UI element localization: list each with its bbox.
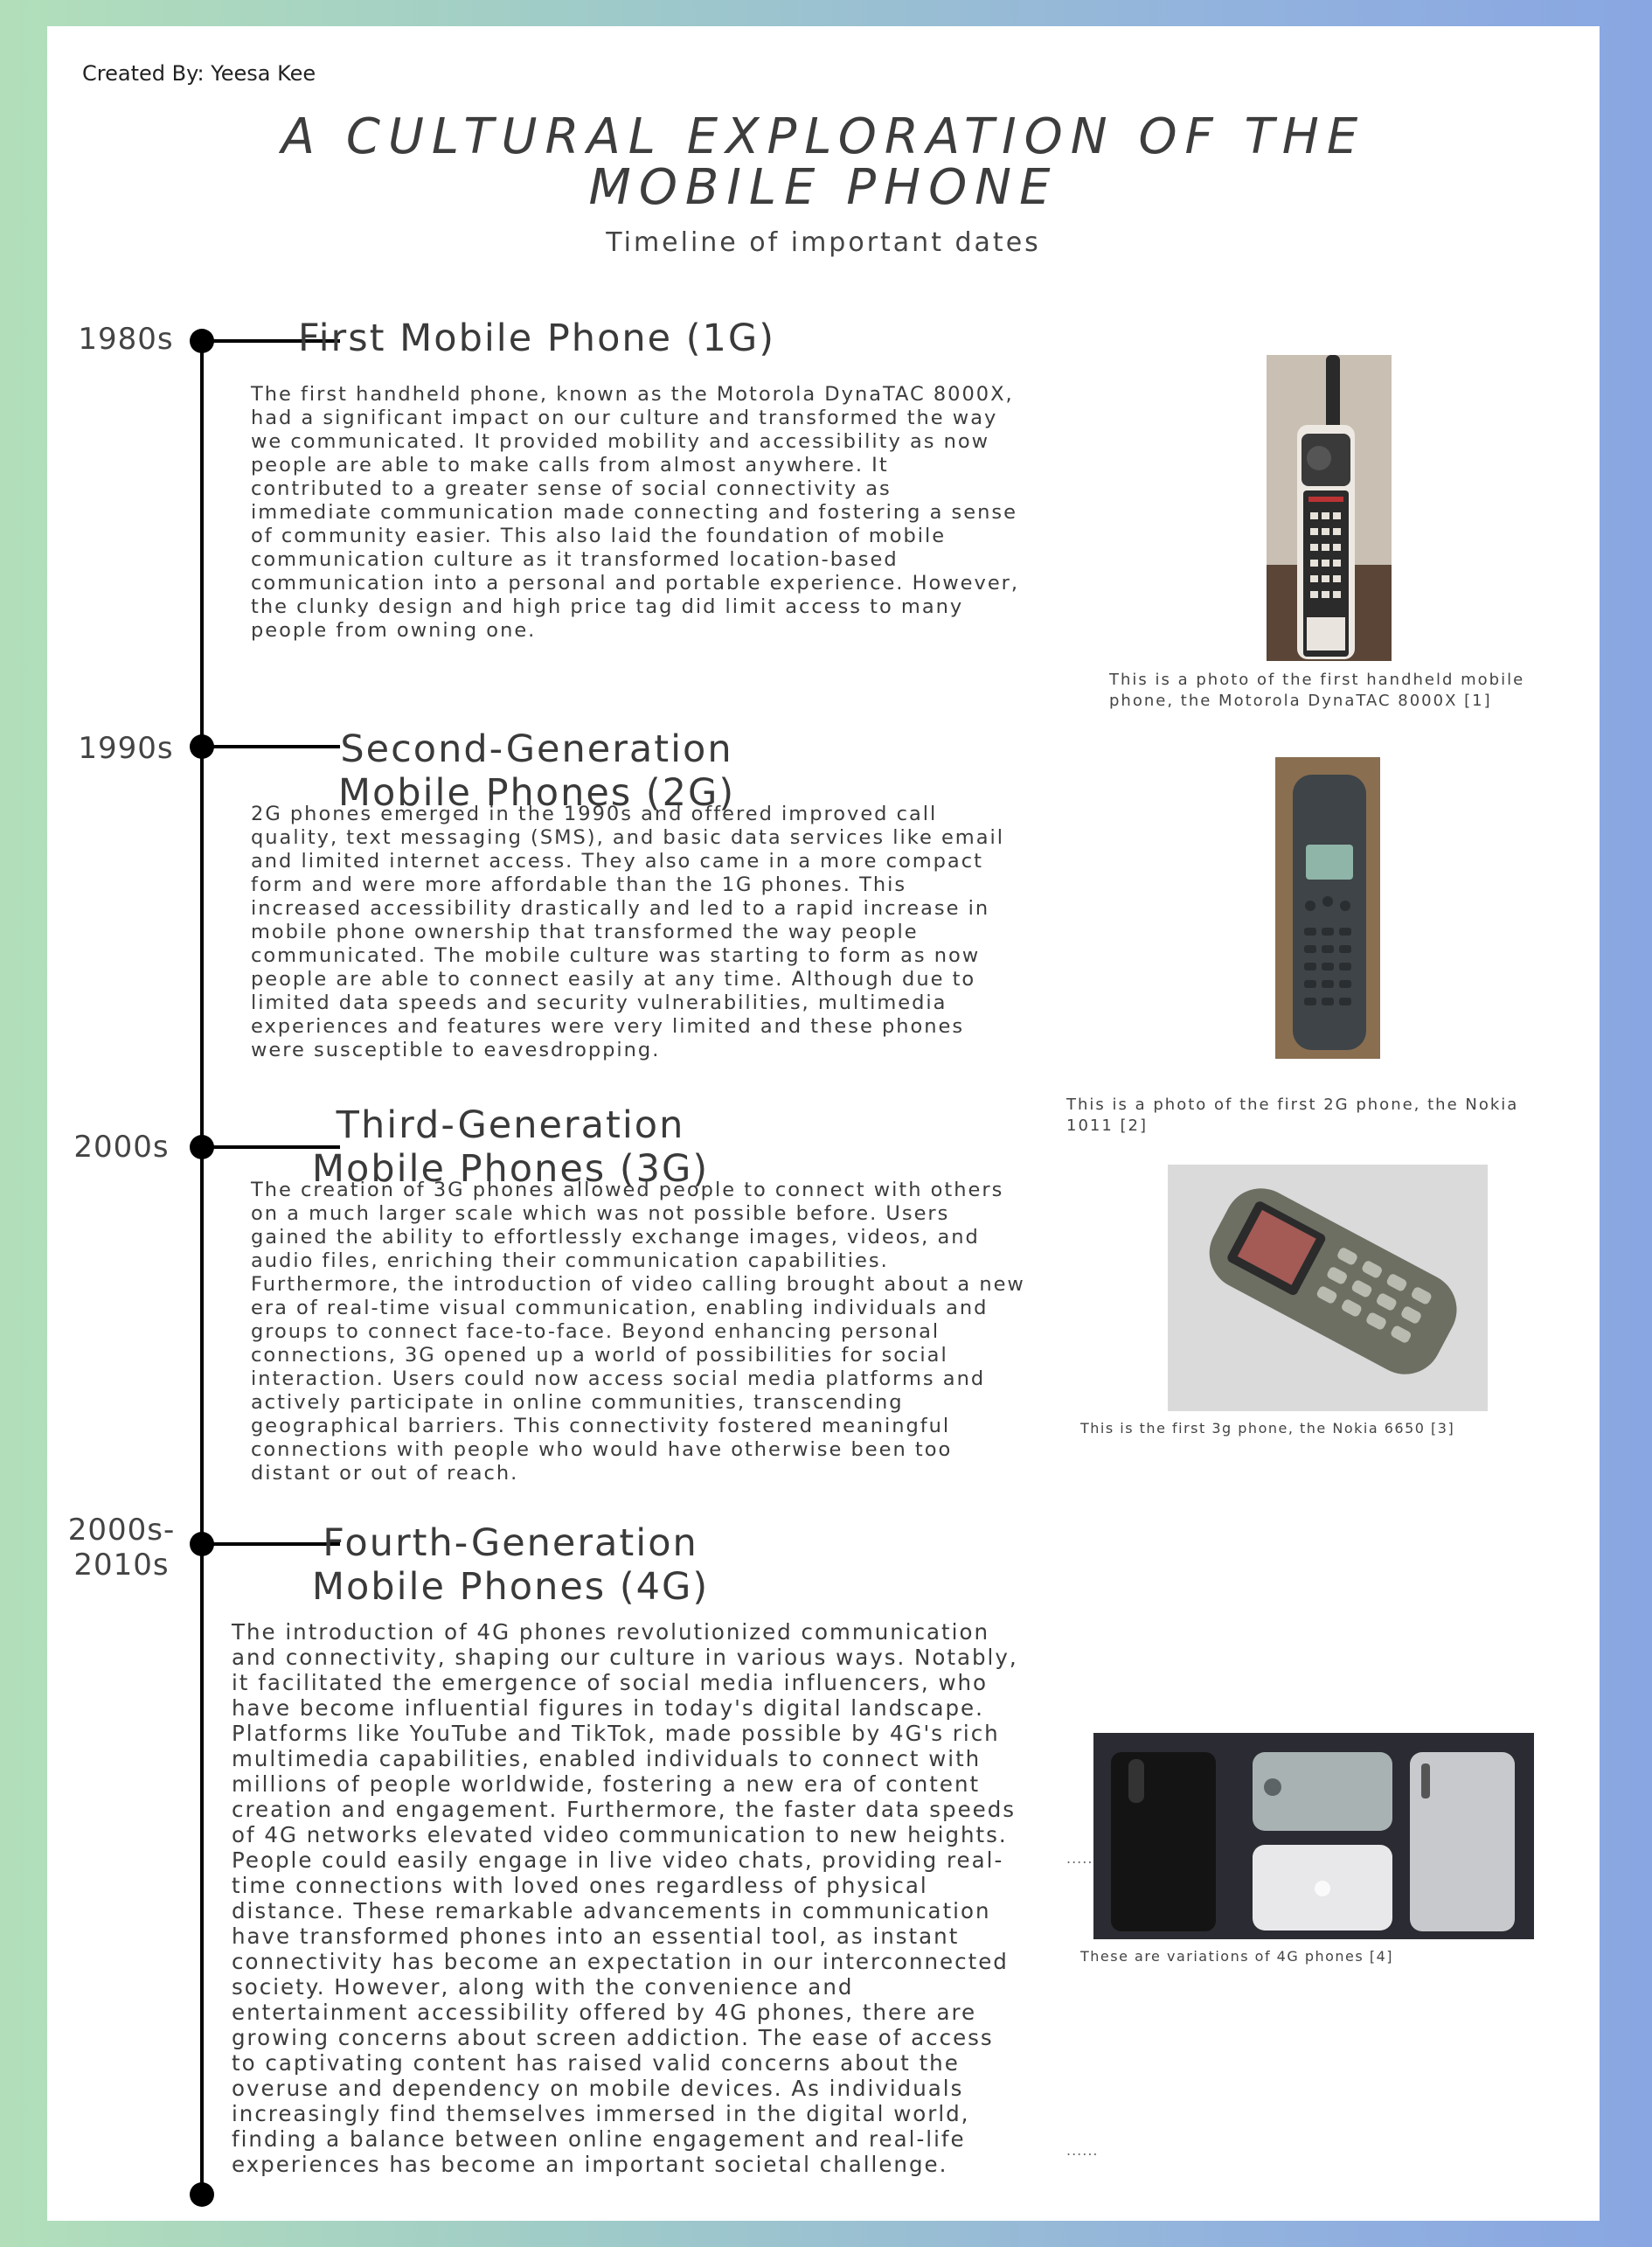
timeline-line: [200, 339, 204, 2195]
photo-4g-phones: [1093, 1733, 1534, 1939]
photo-caption-4g: These are variations of 4G phones [4]: [1080, 1948, 1393, 1965]
heading-2g-line-1: Second-Generation: [340, 727, 733, 771]
photo-caption-2g: This is a photo of the first 2G phone, t…: [1066, 1096, 1519, 1135]
section-heading-3g: Third-Generation Mobile Phones (3G): [301, 1103, 720, 1191]
author-credit: Created By: Yeesa Kee: [82, 61, 316, 86]
section-body-4g: The introduction of 4G phones revolution…: [232, 1619, 1018, 2177]
era-label-2000s-2010s: 2000s- 2010s: [56, 1513, 187, 1583]
title-line-2: MOBILE PHONE: [588, 159, 1059, 216]
photo-caption-3g: This is the first 3g phone, the Nokia 66…: [1080, 1420, 1455, 1437]
heading-3g-line-1: Third-Generation: [336, 1103, 685, 1147]
poster-subtitle: Timeline of important dates: [606, 227, 1041, 258]
timeline-end-dot: [190, 2182, 214, 2207]
photo-nokia-6650: [1168, 1165, 1488, 1411]
ellipsis-marker-bottom: ......: [1066, 2142, 1099, 2159]
title-line-1: A CULTURAL EXPLORATION OF THE: [281, 108, 1366, 165]
poster: Created By: Yeesa Kee A CULTURAL EXPLORA…: [47, 26, 1600, 2221]
era-line-2: 2010s: [73, 1548, 170, 1583]
photo-nokia-1011: [1275, 757, 1380, 1059]
section-body-3g: The creation of 3G phones allowed people…: [251, 1179, 1025, 1485]
era-label-1990s: 1990s: [78, 731, 174, 766]
poster-title: A CULTURAL EXPLORATION OF THE MOBILE PHO…: [47, 112, 1600, 213]
heading-4g-line-2: Mobile Phones (4G): [311, 1565, 710, 1609]
photo-caption-1g: This is a photo of the first handheld mo…: [1109, 671, 1525, 710]
era-label-1980s: 1980s: [78, 322, 174, 357]
era-line-1: 2000s-: [67, 1513, 176, 1548]
photo-motorola-dynatac: [1267, 355, 1392, 661]
section-heading-1g: First Mobile Phone (1G): [298, 317, 775, 360]
section-heading-2g: Second-Generation Mobile Phones (2G): [309, 727, 764, 815]
section-heading-4g: Fourth-Generation Mobile Phones (4G): [301, 1521, 720, 1609]
heading-4g-line-1: Fourth-Generation: [323, 1521, 698, 1565]
section-body-2g: 2G phones emerged in the 1990s and offer…: [251, 803, 1005, 1061]
section-body-1g: The first handheld phone, known as the M…: [251, 383, 1020, 642]
era-label-2000s: 2000s: [73, 1130, 170, 1165]
